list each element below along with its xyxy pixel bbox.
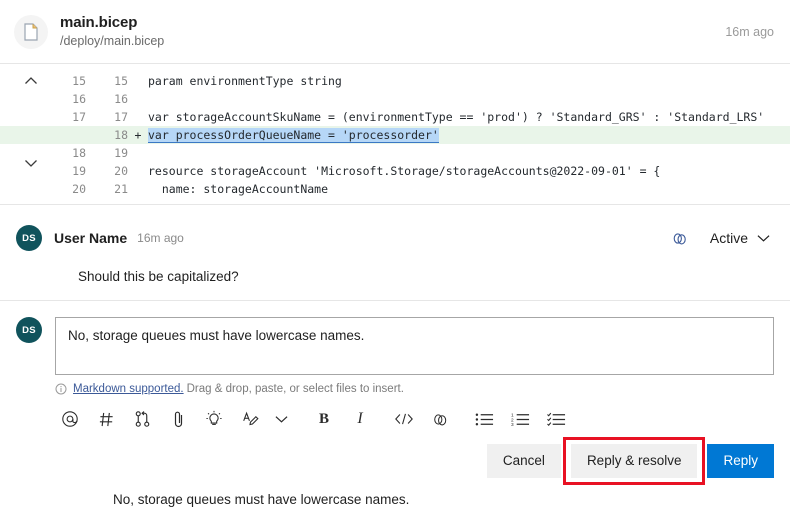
reply-input[interactable] — [55, 317, 774, 375]
diff-line-number-new: 17 — [114, 110, 128, 124]
avatar: DS — [16, 317, 42, 343]
pull-request-icon[interactable] — [127, 405, 157, 433]
diff-row: 19 20 resource storageAccount 'Microsoft.S… — [0, 162, 790, 180]
diff-rows: 15 15 param environmentType string 16 16 17 17… — [0, 72, 790, 198]
bottom-echo-text: No, storage queues must have lowercase n… — [113, 492, 410, 507]
cancel-button[interactable]: Cancel — [486, 444, 561, 478]
file-icon — [14, 14, 48, 49]
svg-text:3: 3 — [511, 422, 514, 427]
editor-hint: Markdown supported. Drag & drop, paste, … — [55, 383, 774, 395]
status-badge: Active — [709, 230, 748, 246]
comment-body: Should this be capitalized? — [78, 269, 239, 284]
highlight-pen-icon[interactable] — [235, 405, 265, 433]
diff-code: var processOrderQueueName = 'processorde… — [148, 126, 790, 144]
diff-row: 17 17 var storageAccountSkuName = (environ… — [0, 108, 790, 126]
reply-and-resolve-wrapper: Reply & resolve — [562, 437, 706, 485]
link-icon[interactable] — [425, 405, 455, 433]
diff-line-number-new: 16 — [114, 92, 128, 106]
diff-code: var storageAccountSkuName = (environment… — [148, 110, 765, 124]
diff-marker: + — [134, 128, 142, 142]
bulleted-list-icon[interactable] — [469, 405, 499, 433]
diff-line-number-new: 20 — [114, 164, 128, 178]
work-item-icon[interactable] — [91, 405, 121, 433]
chevron-up-icon[interactable] — [22, 72, 40, 90]
file-path: /deploy/main.bicep — [60, 34, 165, 48]
page-title: main.bicep — [60, 14, 138, 31]
diff-line-number-new: 21 — [114, 182, 128, 196]
comment-actions: Active — [671, 230, 774, 247]
code-review-comment-panel: main.bicep /deploy/main.bicep 16m ago 15… — [0, 0, 790, 528]
diff-line-number-old: 20 — [72, 182, 86, 196]
avatar: DS — [16, 225, 42, 251]
attachment-icon[interactable] — [163, 405, 193, 433]
diff-viewer: 15 15 param environmentType string 16 16 17 17… — [0, 64, 790, 205]
diff-row: 20 21 name: storageAccountName — [0, 180, 790, 198]
link-icon[interactable] — [671, 230, 688, 247]
file-meta: main.bicep /deploy/main.bicep — [60, 13, 164, 50]
info-icon — [55, 383, 67, 395]
reply-actions: Cancel Reply & resolve Reply — [55, 437, 774, 485]
diff-row: 18 + var processOrderQueueName = 'processo… — [0, 126, 790, 144]
diff-row: 18 19 — [0, 144, 790, 162]
code-icon[interactable] — [389, 405, 419, 433]
comment-thread: DS User Name 16m ago Active Should this … — [0, 205, 790, 301]
diff-line-number-new: 19 — [114, 146, 128, 160]
diff-code-selection: var processOrderQueueName = 'processorde… — [148, 128, 439, 143]
diff-line-number-new: 15 — [114, 74, 128, 88]
comment-header: DS User Name 16m ago Active — [16, 225, 774, 251]
comment-timestamp: 16m ago — [137, 231, 184, 245]
diff-code: param environmentType string — [148, 74, 342, 88]
bold-icon[interactable]: B — [309, 405, 339, 433]
reply-and-resolve-button[interactable]: Reply & resolve — [570, 444, 698, 478]
diff-line-number-old: 18 — [72, 146, 86, 160]
diff-line-number-old: 17 — [72, 110, 86, 124]
checklist-icon[interactable] — [541, 405, 571, 433]
italic-icon[interactable]: I — [345, 405, 375, 433]
chevron-down-icon — [757, 230, 770, 246]
diff-row: 16 16 — [0, 90, 790, 108]
diff-code: resource storageAccount 'Microsoft.Stora… — [148, 164, 661, 178]
diff-line-number-old: 19 — [72, 164, 86, 178]
header-timestamp: 16m ago — [725, 24, 774, 39]
diff-row: 15 15 param environmentType string — [0, 72, 790, 90]
chevron-down-icon[interactable] — [271, 405, 291, 433]
status-dropdown[interactable]: Active — [710, 230, 774, 246]
markdown-supported-link[interactable]: Markdown supported. — [73, 383, 184, 395]
editor-hint-text: Drag & drop, paste, or select files to i… — [186, 383, 404, 395]
comment-author: User Name — [54, 230, 128, 246]
editor-toolbar: B I 1 2 3 — [55, 404, 774, 434]
reply-editor: DS Markdown supported. Drag & drop, past… — [0, 301, 790, 507]
suggestion-lightbulb-icon[interactable] — [199, 405, 229, 433]
reply-body: Markdown supported. Drag & drop, paste, … — [55, 317, 774, 507]
chevron-down-icon[interactable] — [22, 154, 40, 172]
mention-icon[interactable] — [55, 405, 85, 433]
reply-button[interactable]: Reply — [707, 444, 774, 478]
diff-line-number-old: 16 — [72, 92, 86, 106]
numbered-list-icon[interactable]: 1 2 3 — [505, 405, 535, 433]
diff-line-number-old: 15 — [72, 74, 86, 88]
diff-line-number-new: 18 — [114, 128, 128, 142]
file-header: main.bicep /deploy/main.bicep 16m ago — [0, 0, 790, 64]
diff-code: name: storageAccountName — [148, 182, 329, 196]
